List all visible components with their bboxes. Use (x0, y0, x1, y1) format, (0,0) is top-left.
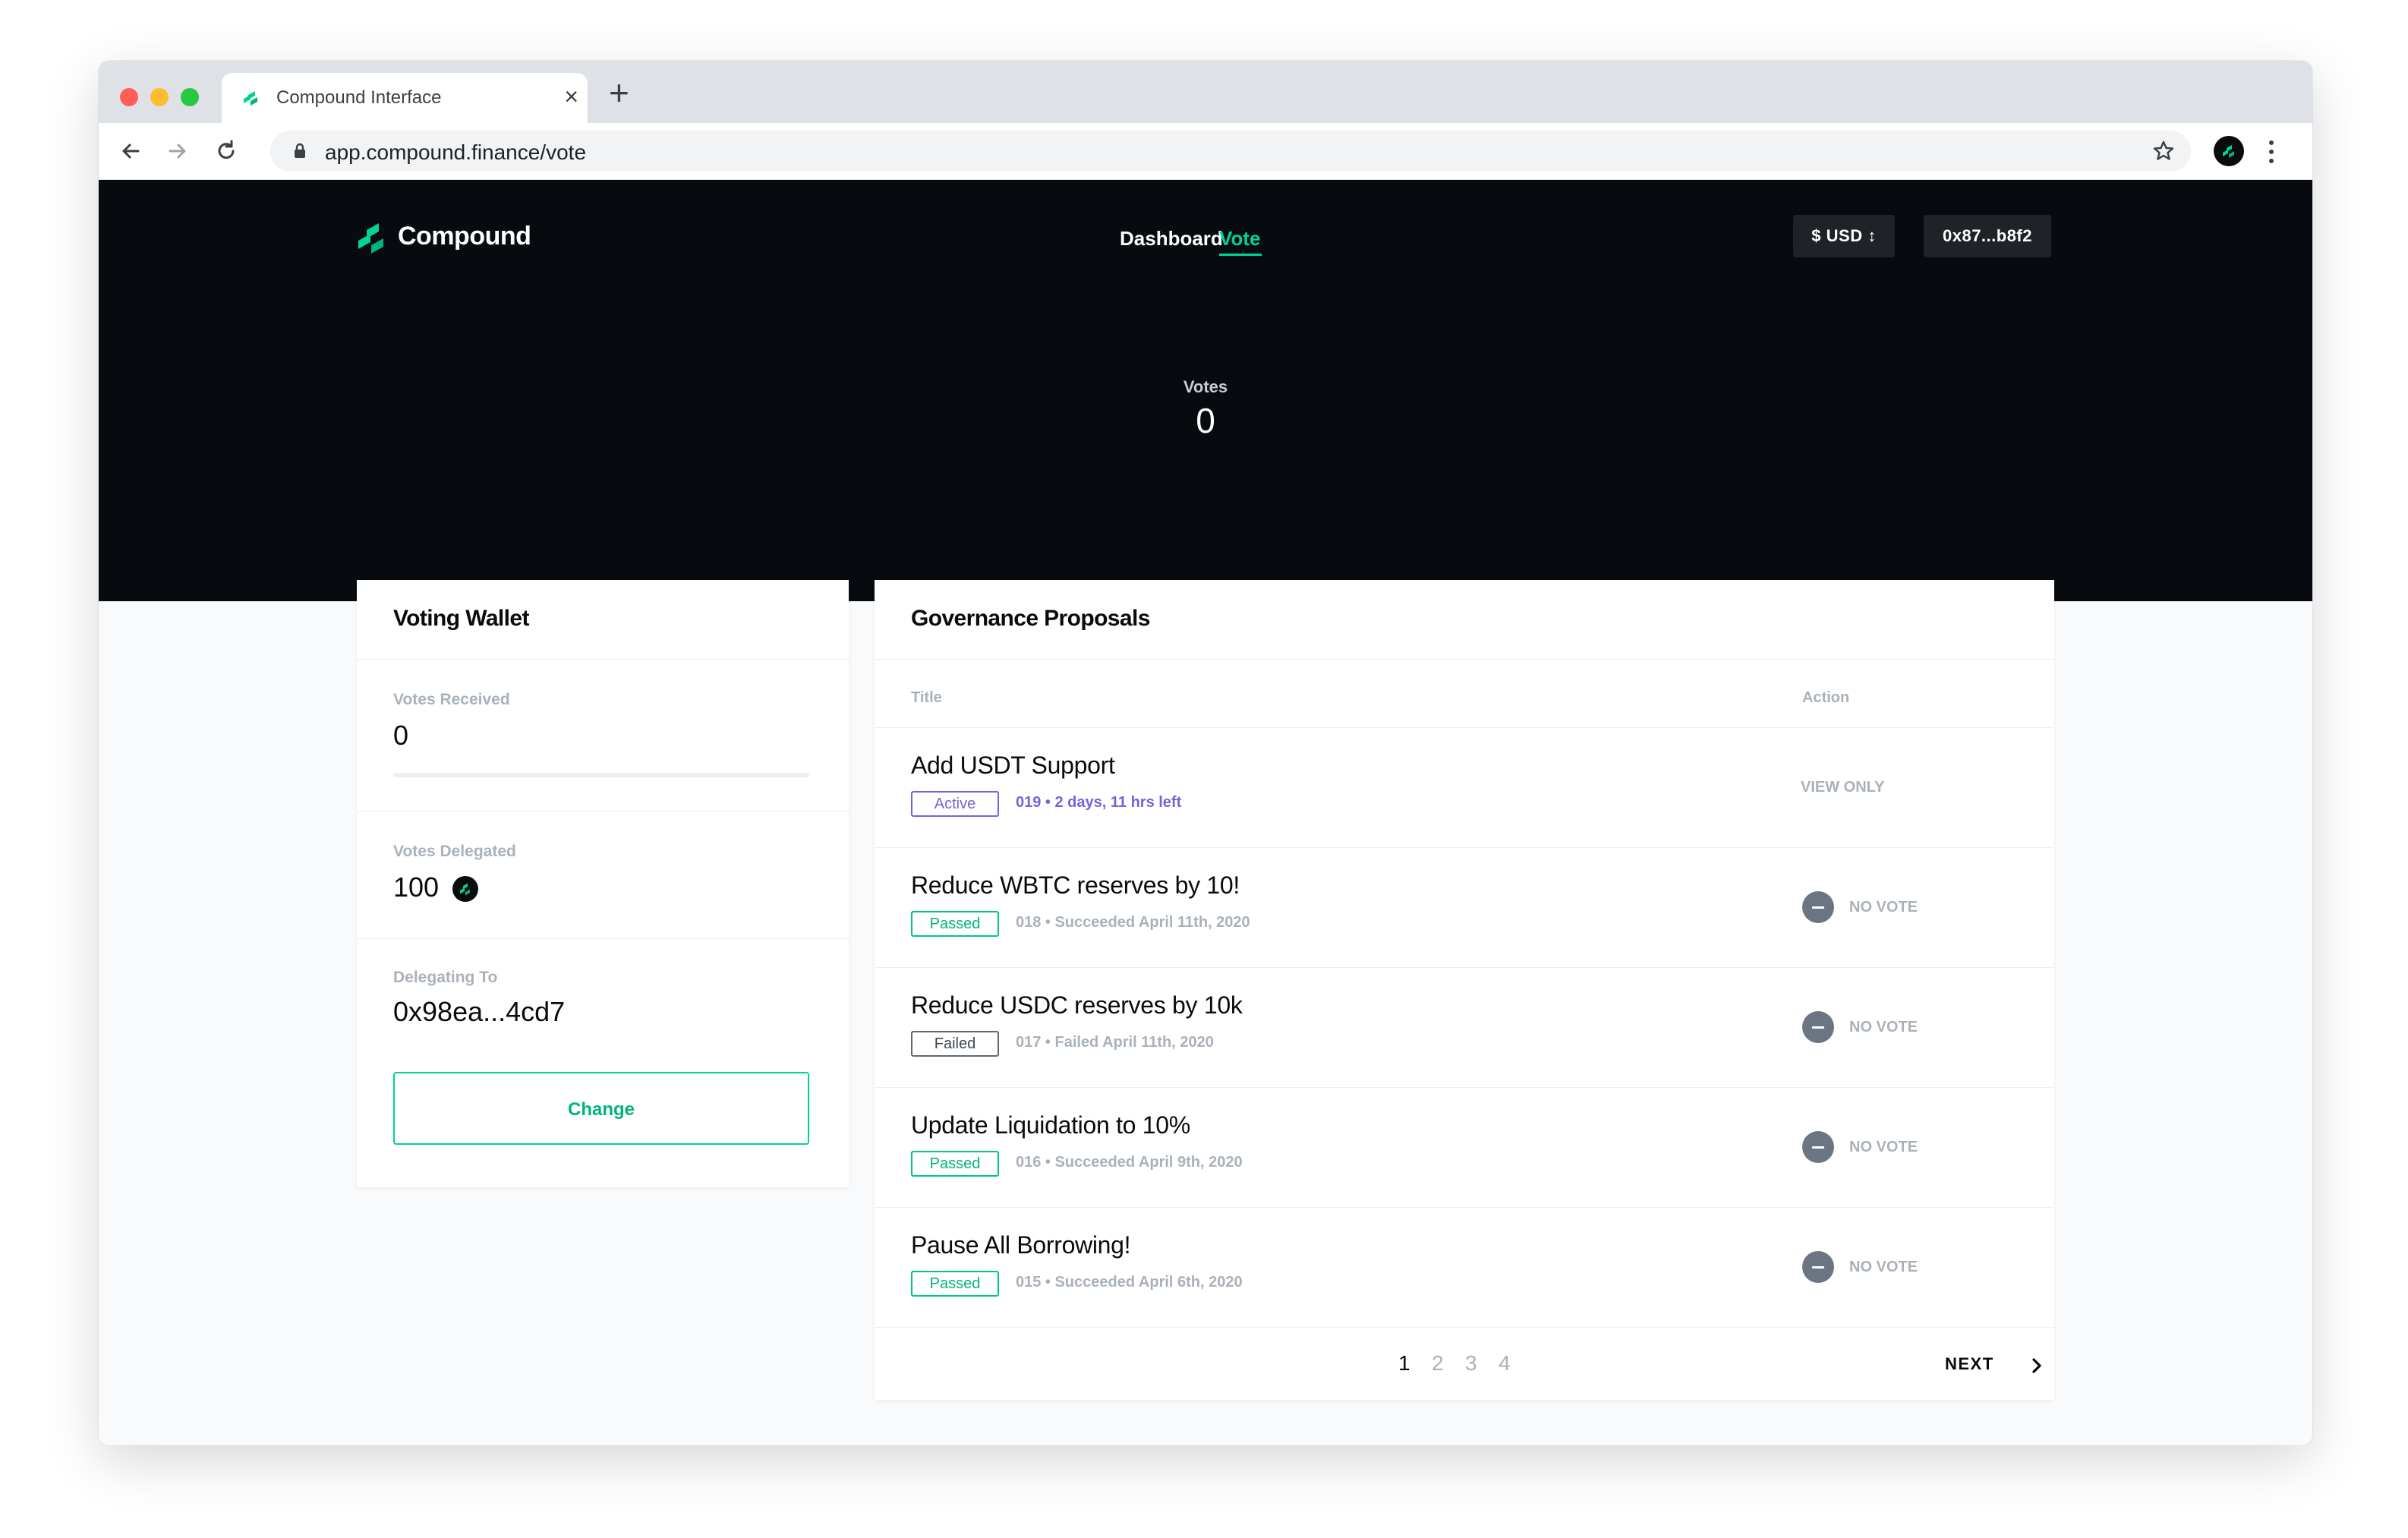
page-4-link[interactable]: 4 (1499, 1351, 1511, 1376)
proposal-meta: 015 • Succeeded April 6th, 2020 (1016, 1274, 1243, 1291)
no-vote-icon (1802, 1251, 1834, 1283)
profile-icon (2223, 145, 2234, 158)
minimize-window-button[interactable] (150, 88, 169, 106)
view-only-label: VIEW ONLY (1801, 779, 1885, 796)
close-window-button[interactable] (120, 88, 138, 106)
profile-avatar[interactable] (2214, 136, 2244, 166)
votes-delegated-section: Votes Delegated 100 (357, 811, 849, 939)
reload-icon[interactable] (211, 136, 241, 166)
no-vote-label: NO VOTE (1849, 899, 1918, 916)
voting-wallet-header: Voting Wallet (357, 580, 849, 660)
governance-proposals-card: Governance Proposals Title Action Add US… (875, 580, 2054, 1400)
new-tab-button[interactable]: + (609, 75, 629, 110)
maximize-window-button[interactable] (181, 88, 199, 106)
proposal-title[interactable]: Reduce USDC reserves by 10k (911, 991, 1243, 1020)
proposal-meta: 017 • Failed April 11th, 2020 (1016, 1034, 1214, 1051)
url-text: app.compound.finance/vote (325, 140, 587, 164)
status-badge-failed: Failed (911, 1031, 999, 1057)
compound-logo[interactable] (357, 219, 390, 257)
no-vote-icon (1802, 1131, 1834, 1163)
change-delegate-button[interactable]: Change (393, 1072, 809, 1145)
votes-received-label: Votes Received (393, 691, 510, 708)
bookmark-star-icon[interactable] (2151, 139, 2176, 163)
column-header-title: Title (911, 689, 942, 706)
proposal-row[interactable]: Add USDT Support Active 019 • 2 days, 11… (875, 727, 2054, 848)
page-content: Compound Dashboard Vote $ USD ↕ 0x87...b… (99, 180, 2312, 1445)
nav-dashboard[interactable]: Dashboard (1120, 227, 1223, 251)
close-tab-icon[interactable]: × (564, 83, 578, 110)
votes-delegated-label: Votes Delegated (393, 843, 516, 860)
proposal-title[interactable]: Add USDT Support (911, 752, 1115, 780)
no-vote-label: NO VOTE (1849, 1139, 1918, 1155)
more-icon[interactable] (2267, 137, 2276, 167)
proposal-title[interactable]: Pause All Borrowing! (911, 1231, 1131, 1259)
no-vote-icon (1802, 1011, 1834, 1043)
status-badge-active: Active (911, 791, 999, 817)
page-3-link[interactable]: 3 (1465, 1351, 1477, 1376)
voting-wallet-card: Voting Wallet Votes Received 0 Votes Del… (357, 580, 849, 1187)
no-vote-label: NO VOTE (1849, 1259, 1918, 1275)
tab-strip: Compound Interface × + (99, 61, 2312, 123)
brand-name[interactable]: Compound (398, 222, 531, 251)
votes-label: Votes (1183, 377, 1228, 396)
votes-received-progress (393, 773, 809, 777)
votes-received-value: 0 (393, 720, 409, 751)
next-page-button[interactable]: NEXT (1945, 1354, 1994, 1374)
hero-banner: Compound Dashboard Vote $ USD ↕ 0x87...b… (99, 180, 2312, 601)
no-vote-icon (1802, 891, 1834, 923)
proposals-table-header: Title Action (875, 662, 2054, 728)
back-icon[interactable] (115, 136, 146, 166)
proposal-title[interactable]: Update Liquidation to 10% (911, 1111, 1190, 1139)
votes-value: 0 (1196, 401, 1215, 440)
compound-favicon-icon (244, 91, 257, 106)
no-vote-label: NO VOTE (1849, 1019, 1918, 1035)
address-bar[interactable]: app.compound.finance/vote (270, 131, 2191, 172)
proposal-row[interactable]: Pause All Borrowing! Passed 015 • Succee… (875, 1207, 2054, 1328)
browser-toolbar: app.compound.finance/vote (99, 123, 2312, 180)
status-badge-passed: Passed (911, 911, 999, 937)
tab-title: Compound Interface (276, 87, 442, 108)
proposal-title[interactable]: Reduce WBTC reserves by 10! (911, 871, 1240, 900)
status-badge-passed: Passed (911, 1151, 999, 1177)
proposal-row[interactable]: Reduce WBTC reserves by 10! Passed 018 •… (875, 847, 2054, 968)
nav-active-underline (1219, 254, 1262, 256)
tab-compound-interface[interactable]: Compound Interface × (222, 73, 588, 123)
delegating-to-section: Delegating To 0x98ea...4cd7 Change (357, 938, 849, 1187)
voting-wallet-title: Voting Wallet (393, 606, 529, 631)
page-1-link[interactable]: 1 (1398, 1351, 1410, 1376)
proposal-meta: 016 • Succeeded April 9th, 2020 (1016, 1154, 1243, 1171)
status-badge-passed: Passed (911, 1271, 999, 1297)
comp-token-icon (452, 876, 478, 902)
currency-selector[interactable]: $ USD ↕ (1793, 215, 1895, 257)
governance-proposals-title: Governance Proposals (911, 606, 1150, 631)
account-button[interactable]: 0x87...b8f2 (1924, 215, 2051, 257)
chevron-right-icon[interactable] (2031, 1357, 2042, 1374)
governance-proposals-header: Governance Proposals (875, 580, 2054, 660)
proposal-row[interactable]: Update Liquidation to 10% Passed 016 • S… (875, 1087, 2054, 1208)
votes-received-section: Votes Received 0 (357, 659, 849, 812)
proposal-meta: 019 • 2 days, 11 hrs left (1016, 794, 1182, 811)
nav-vote[interactable]: Vote (1219, 227, 1260, 251)
lock-icon (295, 143, 305, 158)
column-header-action: Action (1802, 689, 1850, 706)
pagination: 1 2 3 4 NEXT (875, 1332, 2054, 1400)
delegating-to-value: 0x98ea...4cd7 (393, 996, 566, 1027)
delegating-to-label: Delegating To (393, 969, 498, 986)
forward-icon[interactable] (162, 136, 193, 166)
proposal-meta: 018 • Succeeded April 11th, 2020 (1016, 914, 1250, 931)
proposal-row[interactable]: Reduce USDC reserves by 10k Failed 017 •… (875, 967, 2054, 1088)
votes-delegated-value: 100 (393, 871, 440, 903)
page-2-link[interactable]: 2 (1432, 1351, 1444, 1376)
browser-window: Compound Interface × + app.compound.fina… (99, 61, 2312, 1445)
